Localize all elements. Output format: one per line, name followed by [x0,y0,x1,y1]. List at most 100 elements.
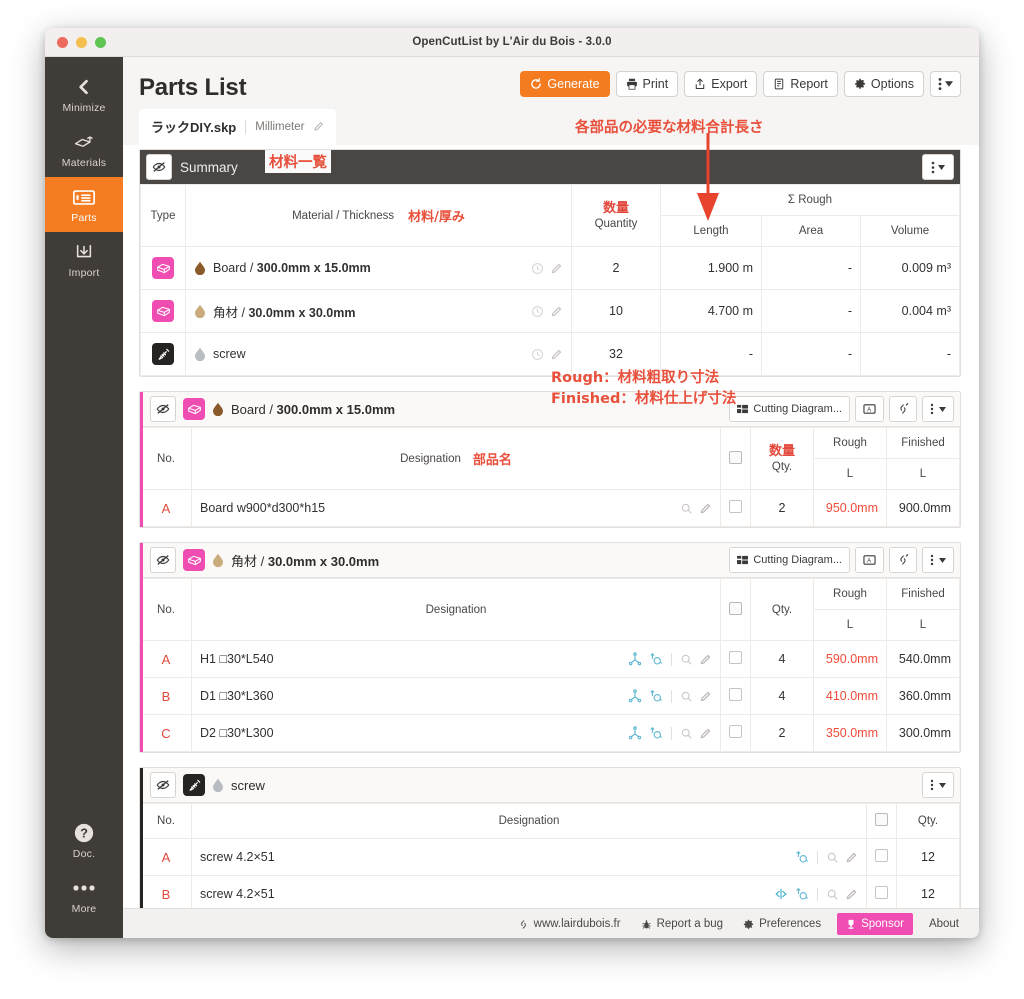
export-button[interactable]: Export [684,71,758,97]
axis-orientation-icon[interactable] [628,689,642,703]
hide-group-button[interactable] [150,396,176,422]
zoom-icon[interactable] [680,502,693,515]
select-all-checkbox[interactable] [875,813,888,826]
generate-button[interactable]: Generate [520,71,610,97]
edit-pencil-icon[interactable] [550,305,563,318]
cell-select[interactable] [720,640,751,678]
header-more-button[interactable] [930,71,961,97]
col-select-all[interactable] [866,803,897,839]
hide-summary-button[interactable] [146,154,172,180]
row-checkbox[interactable] [729,500,742,513]
group-title: Board / 300.0mm x 15.0mm [231,401,396,417]
link-button[interactable] [889,547,917,573]
footer-preferences[interactable]: Preferences [733,909,831,938]
cell-select[interactable] [866,838,897,876]
sidebar-item-doc[interactable]: ? Doc. [45,813,123,868]
edit-pencil-icon[interactable] [699,690,712,703]
row-checkbox[interactable] [729,725,742,738]
grain-direction-icon[interactable] [648,726,663,740]
col-volume: Volume [860,215,960,247]
footer-website-link[interactable]: www.lairdubois.fr [508,909,631,938]
cutting-diagram-button[interactable]: Cutting Diagram... [729,396,850,422]
edit-pencil-icon[interactable] [699,727,712,740]
zoom-icon[interactable] [680,653,693,666]
cell-no: B [140,875,192,908]
edit-pencil-icon[interactable] [313,121,324,132]
edit-pencil-icon[interactable] [845,888,858,901]
edit-pencil-icon[interactable] [699,502,712,515]
footer-report-bug[interactable]: Report a bug [631,909,734,938]
summary-more-button[interactable] [922,154,954,180]
designation-text: D1 □30*L360 [200,689,274,703]
report-button[interactable]: Report [763,71,838,97]
zoom-icon[interactable] [680,690,693,703]
zoom-icon[interactable] [826,851,839,864]
edit-pencil-icon[interactable] [845,851,858,864]
print-button[interactable]: Print [615,71,679,97]
sidebar-item-import[interactable]: Import [45,232,123,287]
row-checkbox[interactable] [875,849,888,862]
table-row[interactable]: B screw 4.2×51 12 [140,875,960,908]
sidebar-item-label: Import [68,267,100,279]
reset-icon[interactable] [531,305,544,318]
table-row[interactable]: C D2 □30*L300 2 350.0mm 300.0mm [140,714,960,752]
footer-sponsor-button[interactable]: Sponsor [837,913,913,935]
grain-direction-icon[interactable] [648,689,663,703]
sidebar-item-parts[interactable]: Parts [45,177,123,232]
row-checkbox[interactable] [875,886,888,899]
select-all-checkbox[interactable] [729,450,742,464]
axis-orientation-icon[interactable] [628,652,642,666]
sidebar-item-materials[interactable]: Materials [45,122,123,177]
select-all-checkbox[interactable] [729,601,742,615]
sidebar-item-label: More [71,903,97,915]
labels-button[interactable]: A [855,547,884,573]
tab-active-file[interactable]: ラックDIY.skp Millimeter [139,109,337,145]
cutting-diagram-button[interactable]: Cutting Diagram... [729,547,850,573]
group-more-button[interactable] [922,396,954,422]
reset-icon[interactable] [531,262,544,275]
printer-icon [626,78,638,90]
cell-select[interactable] [720,677,751,715]
col-rough: Rough [813,427,887,459]
group-more-button[interactable] [922,772,954,798]
reset-icon[interactable] [531,348,544,361]
zoom-icon[interactable] [826,888,839,901]
cell-no: B [140,677,192,715]
options-label: Options [870,76,914,91]
cell-area: - [761,289,861,333]
table-row[interactable]: A screw 4.2×51 12 [140,838,960,876]
table-row[interactable]: screw 32 - - - [140,332,960,376]
mirror-icon[interactable] [774,888,788,900]
zoom-icon[interactable] [680,727,693,740]
cell-select[interactable] [720,489,751,527]
edit-pencil-icon[interactable] [550,348,563,361]
svg-text:?: ? [80,826,88,841]
cell-select[interactable] [866,875,897,908]
table-row[interactable]: A Board w900*d300*h15 2 950.0mm 900.0mm [140,489,960,527]
table-row[interactable]: A H1 □30*L540 4 590.0mm 540.0mm [140,640,960,678]
col-select-all[interactable] [720,427,751,490]
cell-designation: screw 4.2×51 [191,838,867,876]
sidebar-item-more[interactable]: More [45,868,123,923]
row-checkbox[interactable] [729,688,742,701]
table-row[interactable]: 角材 / 30.0mm x 30.0mm 10 4.700 m - 0.004 … [140,289,960,333]
options-button[interactable]: Options [843,71,924,97]
hide-group-button[interactable] [150,772,176,798]
hide-group-button[interactable] [150,547,176,573]
table-row[interactable]: Board / 300.0mm x 15.0mm 2 1.900 m - 0.0… [140,246,960,290]
cell-select[interactable] [720,714,751,752]
grain-direction-icon[interactable] [648,652,663,666]
footer-about[interactable]: About [919,909,969,938]
col-select-all[interactable] [720,578,751,641]
table-row[interactable]: B D1 □30*L360 4 410.0mm 360.0mm [140,677,960,715]
sidebar-item-minimize[interactable]: Minimize [45,67,123,122]
labels-button[interactable]: A [855,396,884,422]
link-button[interactable] [889,396,917,422]
group-more-button[interactable] [922,547,954,573]
grain-direction-icon[interactable] [794,887,809,901]
grain-direction-icon[interactable] [794,850,809,864]
axis-orientation-icon[interactable] [628,726,642,740]
edit-pencil-icon[interactable] [699,653,712,666]
edit-pencil-icon[interactable] [550,262,563,275]
row-checkbox[interactable] [729,651,742,664]
